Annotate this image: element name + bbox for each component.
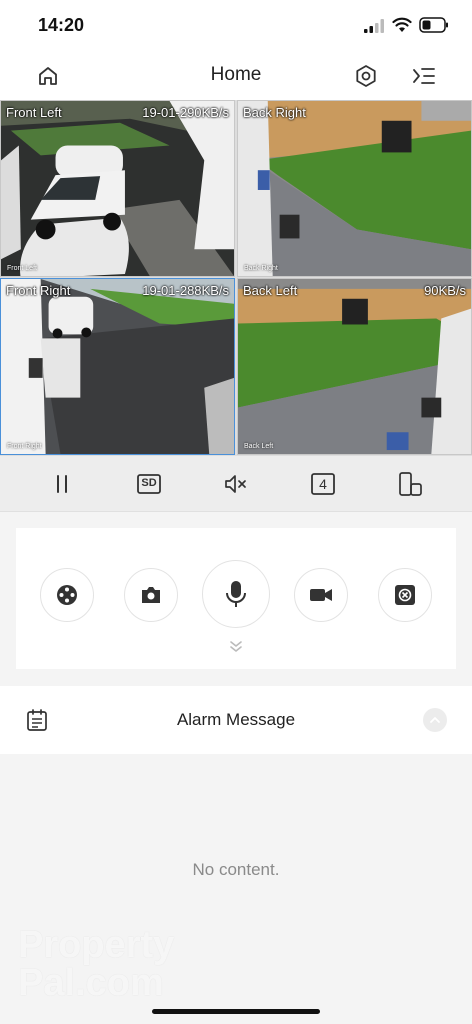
- watermark-logo: Property Pal.com: [18, 926, 174, 1002]
- alarm-message-header: Alarm Message: [0, 686, 472, 754]
- split-screen-button[interactable]: 4: [310, 471, 336, 497]
- camera-osd-label: Back Right: [244, 265, 278, 272]
- camera-name: Back Left: [243, 283, 298, 298]
- camera-feed: [1, 101, 234, 276]
- microphone-icon: [226, 581, 246, 607]
- mute-icon[interactable]: [223, 471, 249, 497]
- camera-bitrate: 19-01-288KB/s: [142, 283, 229, 298]
- alarm-collapse-button[interactable]: [423, 708, 447, 732]
- camera-tile-front-right[interactable]: Front Right 19-01-288KB/s Front Right: [0, 278, 235, 455]
- camera-feed: [1, 279, 234, 454]
- status-time: 14:20: [38, 15, 85, 35]
- watermark-line-1: Property: [18, 924, 175, 966]
- menu-collapse-icon[interactable]: [412, 64, 436, 88]
- chevron-down-icon[interactable]: [229, 640, 243, 654]
- camera-feed: [238, 279, 471, 454]
- cellular-signal-icon: [364, 19, 384, 33]
- camera-tile-back-right[interactable]: Back Right Back Right: [237, 100, 472, 277]
- camera-name: Front Left: [6, 105, 62, 120]
- camera-snapshot-icon: [142, 587, 160, 603]
- pause-icon[interactable]: [49, 471, 75, 497]
- alarm-message-list: No content. Property Pal.com: [0, 754, 472, 1024]
- camera-tile-front-left[interactable]: Front Left 19-01-290KB/s Front Left: [0, 100, 235, 277]
- nav-bar: Home: [0, 52, 472, 100]
- rotate-screen-icon[interactable]: [397, 471, 423, 497]
- camera-feed: [238, 101, 471, 276]
- watermark-line-2: Pal.com: [18, 962, 164, 1004]
- camera-grid: Front Left 19-01-290KB/s Front Left Back…: [0, 100, 472, 456]
- empty-state-text: No content.: [192, 860, 280, 879]
- camera-bitrate: 19-01-290KB/s: [142, 105, 229, 120]
- chevron-up-icon: [430, 717, 440, 723]
- quality-toggle-button[interactable]: SD: [136, 471, 162, 497]
- split-count-label: 4: [319, 476, 327, 492]
- camera-osd-label: Front Right: [7, 443, 42, 450]
- quality-label: SD: [141, 477, 157, 489]
- camera-name: Back Right: [243, 105, 306, 120]
- settings-icon[interactable]: [353, 63, 379, 89]
- close-stream-icon: [395, 585, 415, 605]
- ptz-control-button[interactable]: [40, 568, 94, 622]
- playback-control-bar: SD 4: [0, 456, 472, 512]
- camera-name: Front Right: [6, 283, 71, 298]
- video-record-icon: [310, 589, 332, 601]
- page-title: Home: [210, 64, 262, 85]
- snapshot-button[interactable]: [124, 568, 178, 622]
- status-bar: 14:20: [0, 0, 472, 52]
- home-indicator: [152, 1009, 320, 1014]
- alarm-title: Alarm Message: [176, 710, 296, 729]
- action-panel: [16, 528, 456, 669]
- camera-osd-label: Back Left: [244, 443, 274, 450]
- camera-bitrate: 90KB/s: [424, 283, 466, 298]
- camera-osd-label: Front Left: [7, 265, 37, 272]
- record-button[interactable]: [294, 568, 348, 622]
- ptz-control-icon: [57, 585, 77, 605]
- talk-button[interactable]: [202, 560, 270, 628]
- battery-icon: [419, 17, 448, 33]
- wifi-icon: [392, 17, 412, 32]
- camera-tile-back-left[interactable]: Back Left 90KB/s Back Left: [237, 278, 472, 455]
- close-stream-button[interactable]: [378, 568, 432, 622]
